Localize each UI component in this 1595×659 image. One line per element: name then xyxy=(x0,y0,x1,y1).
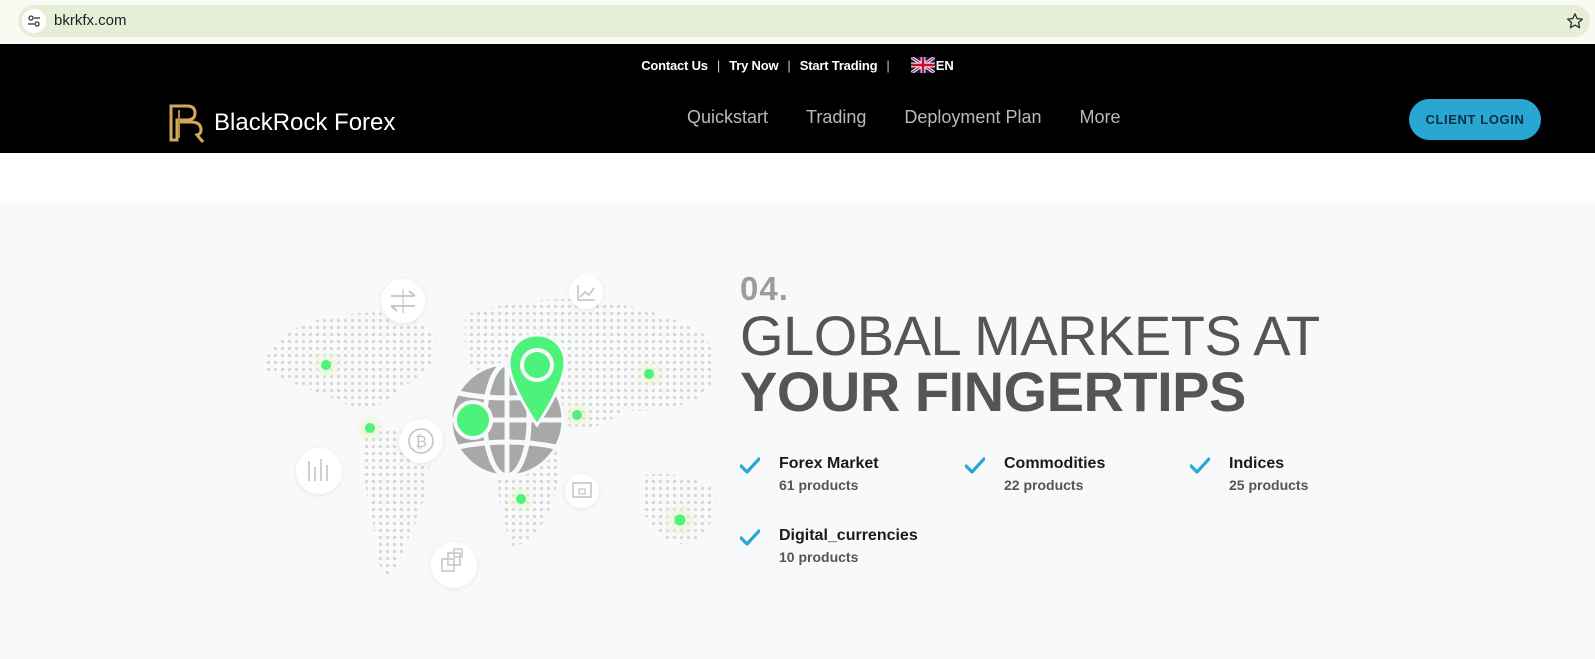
bar-chart-icon xyxy=(296,448,342,494)
url-text[interactable]: bkrkfx.com xyxy=(54,12,127,29)
market-name: Forex Market xyxy=(779,455,879,472)
market-count: 10 products xyxy=(779,549,859,565)
market-name: Indices xyxy=(1229,455,1285,472)
contact-us-link[interactable]: Contact Us xyxy=(641,58,708,73)
spacer-band xyxy=(0,153,1595,201)
check-icon xyxy=(740,529,760,546)
address-bar[interactable]: bkrkfx.com xyxy=(18,5,1590,37)
market-item-commodities[interactable]: Commodities 22 products xyxy=(965,455,1175,501)
nav-item-quickstart[interactable]: Quickstart xyxy=(687,107,768,128)
market-count: 22 products xyxy=(1004,477,1084,493)
market-count: 25 products xyxy=(1229,477,1309,493)
market-name: Commodities xyxy=(1004,455,1106,472)
chart-icon xyxy=(569,275,603,309)
separator: | xyxy=(716,57,721,73)
client-login-button[interactable]: CLIENT LOGIN xyxy=(1409,99,1541,140)
language-code: EN xyxy=(935,57,954,73)
uk-flag-icon xyxy=(910,57,935,73)
brand-logo[interactable]: BlackRock Forex xyxy=(165,102,395,144)
world-map-illustration: ₿ xyxy=(265,275,716,588)
site-info-icon[interactable] xyxy=(22,9,46,33)
nav-item-trading[interactable]: Trading xyxy=(806,107,866,128)
bookmark-star-icon[interactable] xyxy=(1564,10,1586,32)
headline-line-2: YOUR FINGERTIPS xyxy=(740,360,1246,423)
market-item-forex[interactable]: Forex Market 61 products xyxy=(740,455,950,501)
top-utility-bar: Contact Us | Try Now | Start Trading | E… xyxy=(0,54,1595,76)
check-icon xyxy=(740,457,760,474)
layers-icon xyxy=(431,542,477,588)
main-navigation: Quickstart Trading Deployment Plan More xyxy=(687,107,1121,128)
nav-item-deployment-plan[interactable]: Deployment Plan xyxy=(904,107,1041,128)
try-now-link[interactable]: Try Now xyxy=(729,58,778,73)
market-name: Digital_currencies xyxy=(779,527,918,544)
check-icon xyxy=(965,457,985,474)
check-icon xyxy=(1190,457,1210,474)
exchange-icon xyxy=(381,279,425,323)
logo-mark-icon xyxy=(169,104,205,143)
market-item-indices[interactable]: Indices 25 products xyxy=(1190,455,1400,501)
brand-name: BlackRock Forex xyxy=(214,109,396,136)
nav-item-more[interactable]: More xyxy=(1079,107,1120,128)
start-trading-link[interactable]: Start Trading xyxy=(800,58,878,73)
browser-toolbar: bkrkfx.com xyxy=(0,0,1595,44)
section-number: 04. xyxy=(740,270,789,307)
separator: | xyxy=(787,57,791,73)
headline-line-1: GLOBAL MARKETS AT xyxy=(740,304,1320,367)
market-count: 61 products xyxy=(779,477,859,493)
svg-text:₿: ₿ xyxy=(415,433,427,451)
language-selector[interactable]: EN xyxy=(910,57,954,73)
site-header: Contact Us | Try Now | Start Trading | E… xyxy=(0,44,1595,153)
separator: | xyxy=(886,57,890,73)
bitcoin-icon: ₿ xyxy=(399,419,443,463)
market-item-digital-currencies[interactable]: Digital_currencies 10 products xyxy=(740,527,950,573)
screen-icon xyxy=(565,474,599,508)
